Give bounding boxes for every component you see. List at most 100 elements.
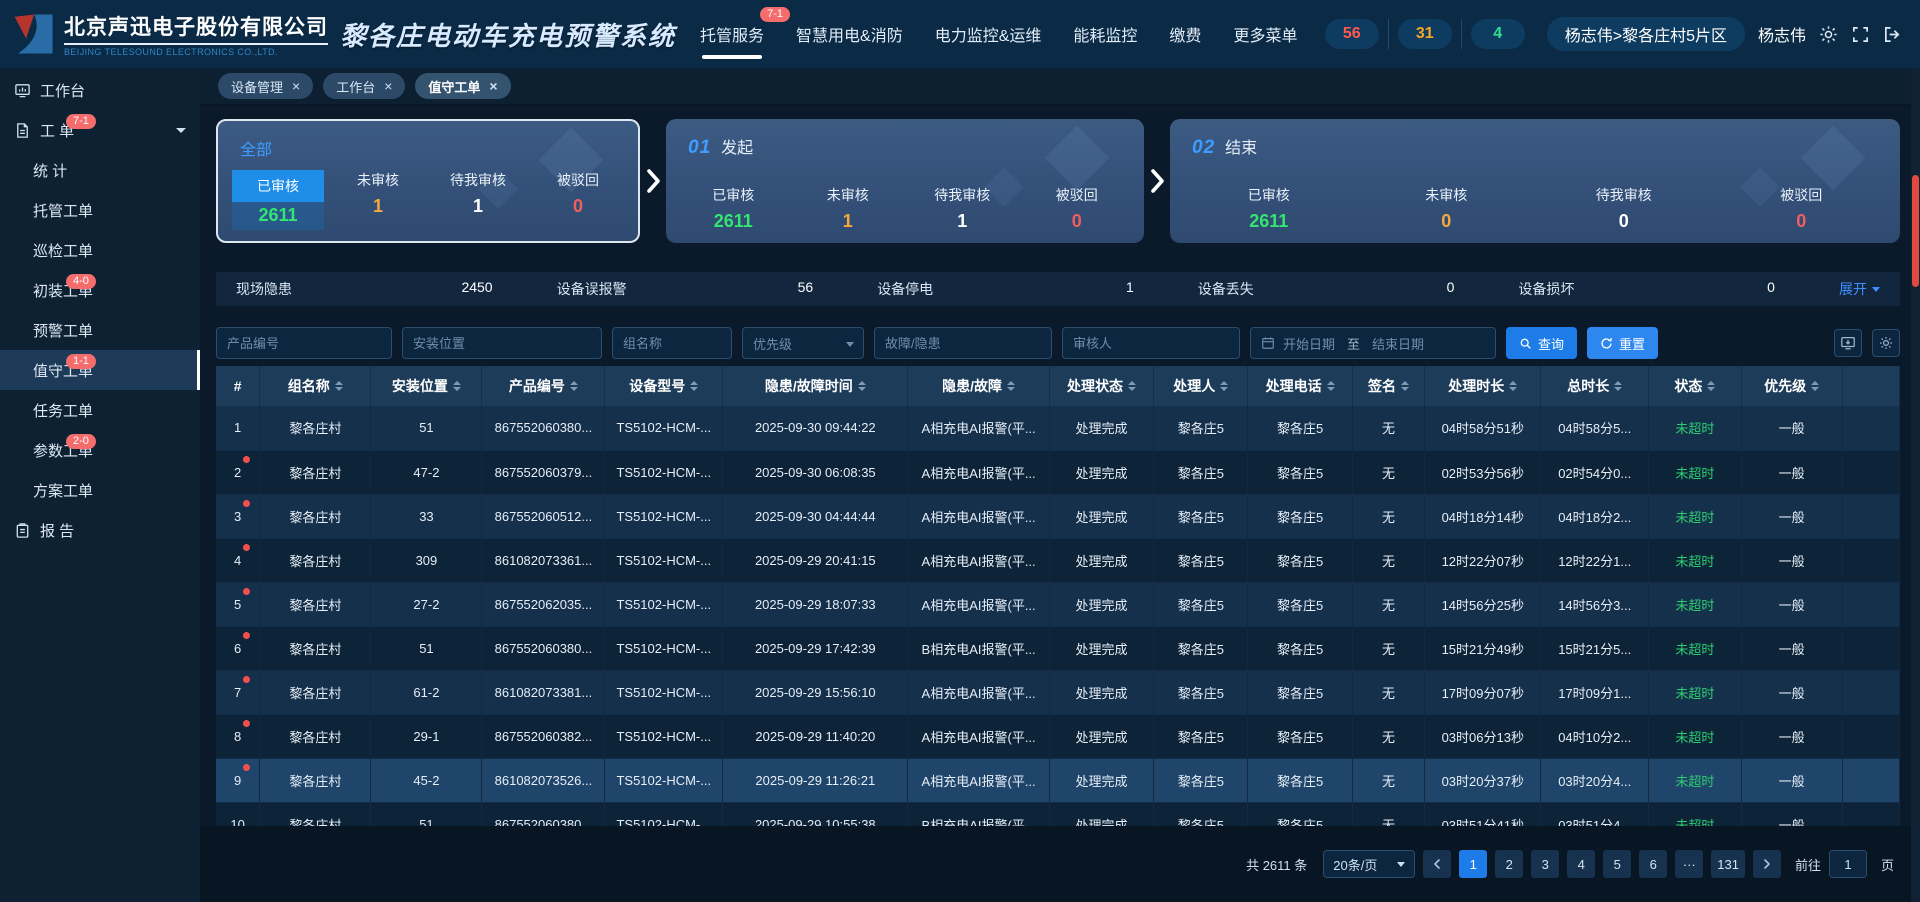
sort-icon[interactable]	[1811, 381, 1819, 391]
column-header[interactable]: 处理状态	[1049, 366, 1153, 406]
status-card[interactable]: 全部已审核2611未审核1待我审核1被驳回0	[216, 119, 640, 243]
user-name[interactable]: 杨志伟	[1758, 22, 1806, 46]
page-button[interactable]: 6	[1639, 850, 1667, 878]
column-header[interactable]: 隐患/故障	[908, 366, 1049, 406]
card-stat[interactable]: 被驳回0	[528, 170, 628, 230]
column-header[interactable]: #	[216, 366, 260, 406]
page-button[interactable]: 5	[1603, 850, 1631, 878]
column-header[interactable]: 处理时长	[1425, 366, 1541, 406]
topnav-item[interactable]: 托管服务7-1	[700, 0, 764, 68]
tab[interactable]: 设备管理×	[218, 73, 313, 99]
table-row[interactable]: 2黎各庄村47-2867552060379...TS5102-HCM-...20…	[216, 450, 1900, 494]
sidebar-item[interactable]: 工作台	[0, 70, 200, 110]
sidebar-item[interactable]: 工 单7-1	[0, 110, 200, 150]
table-row[interactable]: 1黎各庄村51867552060380...TS5102-HCM-...2025…	[216, 406, 1900, 450]
sort-icon[interactable]	[1401, 381, 1409, 391]
tab[interactable]: 工作台×	[323, 73, 405, 99]
card-stat[interactable]: 待我审核1	[428, 170, 528, 230]
column-header[interactable]: 隐患/故障时间	[723, 366, 908, 406]
page-size-select[interactable]: 20条/页	[1323, 850, 1415, 878]
page-button[interactable]: 2	[1495, 850, 1523, 878]
page-button[interactable]: 1	[1459, 850, 1487, 878]
page-ellipsis-button[interactable]: ···	[1675, 850, 1703, 878]
table-row[interactable]: 4黎各庄村309861082073361...TS5102-HCM-...202…	[216, 538, 1900, 582]
column-header[interactable]: 优先级	[1741, 366, 1842, 406]
sort-icon[interactable]	[453, 381, 461, 391]
sidebar-item[interactable]: 报 告	[0, 510, 200, 550]
topnav-item[interactable]: 更多菜单	[1233, 0, 1297, 68]
sort-icon[interactable]	[690, 381, 698, 391]
card-stat[interactable]: 被驳回0	[1713, 185, 1891, 232]
alarm-counter[interactable]: 4	[1462, 19, 1534, 49]
product-no-input[interactable]	[216, 327, 392, 359]
topnav-item[interactable]: 能耗监控	[1073, 0, 1137, 68]
card-stat[interactable]: 未审核1	[328, 170, 428, 230]
group-name-input[interactable]	[612, 327, 732, 359]
export-button[interactable]	[1834, 329, 1862, 357]
card-stat[interactable]: 待我审核0	[1535, 185, 1713, 232]
sort-icon[interactable]	[335, 381, 343, 391]
sort-icon[interactable]	[1509, 381, 1517, 391]
sidebar-item[interactable]: 统 计	[0, 150, 200, 190]
prev-page-button[interactable]	[1423, 850, 1451, 878]
column-header[interactable]: 处理电话	[1248, 366, 1352, 406]
sidebar-item[interactable]: 任务工单	[0, 390, 200, 430]
column-header[interactable]: 产品编号	[482, 366, 605, 406]
column-header[interactable]: 安装位置	[371, 366, 482, 406]
gear-icon[interactable]	[1819, 25, 1838, 44]
sidebar-item[interactable]: 值守工单1-1	[0, 350, 200, 390]
tab[interactable]: 值守工单×	[415, 73, 510, 99]
sidebar-item[interactable]: 巡检工单	[0, 230, 200, 270]
install-location-input[interactable]	[402, 327, 602, 359]
fullscreen-icon[interactable]	[1851, 25, 1870, 44]
status-card[interactable]: 02结束已审核2611未审核0待我审核0被驳回0	[1170, 119, 1900, 243]
table-row[interactable]: 6黎各庄村51867552060380...TS5102-HCM-...2025…	[216, 626, 1900, 670]
table-settings-button[interactable]	[1872, 329, 1900, 357]
sort-icon[interactable]	[858, 381, 866, 391]
alarm-counter[interactable]: 31	[1389, 19, 1462, 49]
sidebar-item[interactable]: 初装工单4-0	[0, 270, 200, 310]
status-card[interactable]: 01发起已审核2611未审核1待我审核1被驳回0	[666, 119, 1144, 243]
sidebar-item[interactable]: 参数工单2-0	[0, 430, 200, 470]
next-page-button[interactable]	[1753, 850, 1781, 878]
date-range-picker[interactable]: 开始日期 至 结束日期	[1250, 327, 1496, 359]
topnav-item[interactable]: 电力监控&运维	[935, 0, 1042, 68]
card-stat[interactable]: 已审核2611	[228, 170, 328, 230]
reviewer-input[interactable]	[1062, 327, 1240, 359]
reset-button[interactable]: 重置	[1587, 327, 1658, 359]
table-row[interactable]: 5黎各庄村27-2867552062035...TS5102-HCM-...20…	[216, 582, 1900, 626]
topnav-item[interactable]: 智慧用电&消防	[796, 0, 903, 68]
logout-icon[interactable]	[1883, 25, 1902, 44]
close-icon[interactable]: ×	[489, 79, 497, 93]
card-stat[interactable]: 已审核2611	[1180, 185, 1358, 232]
alarm-counter[interactable]: 56	[1316, 19, 1389, 49]
page-button[interactable]: 131	[1711, 850, 1745, 878]
column-header[interactable]: 设备型号	[605, 366, 723, 406]
card-stat[interactable]: 待我审核1	[905, 185, 1020, 232]
card-stat[interactable]: 被驳回0	[1020, 185, 1135, 232]
table-row[interactable]: 3黎各庄村33867552060512...TS5102-HCM-...2025…	[216, 494, 1900, 538]
page-scrollbar-thumb[interactable]	[1912, 175, 1919, 287]
column-header[interactable]: 组名称	[260, 366, 371, 406]
goto-page-input[interactable]	[1829, 850, 1867, 878]
fault-input[interactable]	[874, 327, 1052, 359]
close-icon[interactable]: ×	[384, 79, 392, 93]
sidebar-item[interactable]: 托管工单	[0, 190, 200, 230]
card-stat[interactable]: 未审核0	[1358, 185, 1536, 232]
table-row[interactable]: 8黎各庄村29-1867552060382...TS5102-HCM-...20…	[216, 714, 1900, 758]
sort-icon[interactable]	[1220, 381, 1228, 391]
sort-icon[interactable]	[570, 381, 578, 391]
table-row[interactable]: 7黎各庄村61-2861082073381...TS5102-HCM-...20…	[216, 670, 1900, 714]
sort-icon[interactable]	[1327, 381, 1335, 391]
column-header[interactable]: 总时长	[1541, 366, 1649, 406]
page-button[interactable]: 3	[1531, 850, 1559, 878]
page-button[interactable]: 4	[1567, 850, 1595, 878]
sort-icon[interactable]	[1614, 381, 1622, 391]
column-header[interactable]: 状态	[1649, 366, 1742, 406]
card-stat[interactable]: 已审核2611	[676, 185, 791, 232]
table-row[interactable]: 9黎各庄村45-2861082073526...TS5102-HCM-...20…	[216, 758, 1900, 802]
sort-icon[interactable]	[1707, 381, 1715, 391]
priority-select[interactable]: 优先级	[742, 327, 864, 359]
column-header[interactable]: 处理人	[1154, 366, 1248, 406]
card-stat[interactable]: 未审核1	[791, 185, 906, 232]
